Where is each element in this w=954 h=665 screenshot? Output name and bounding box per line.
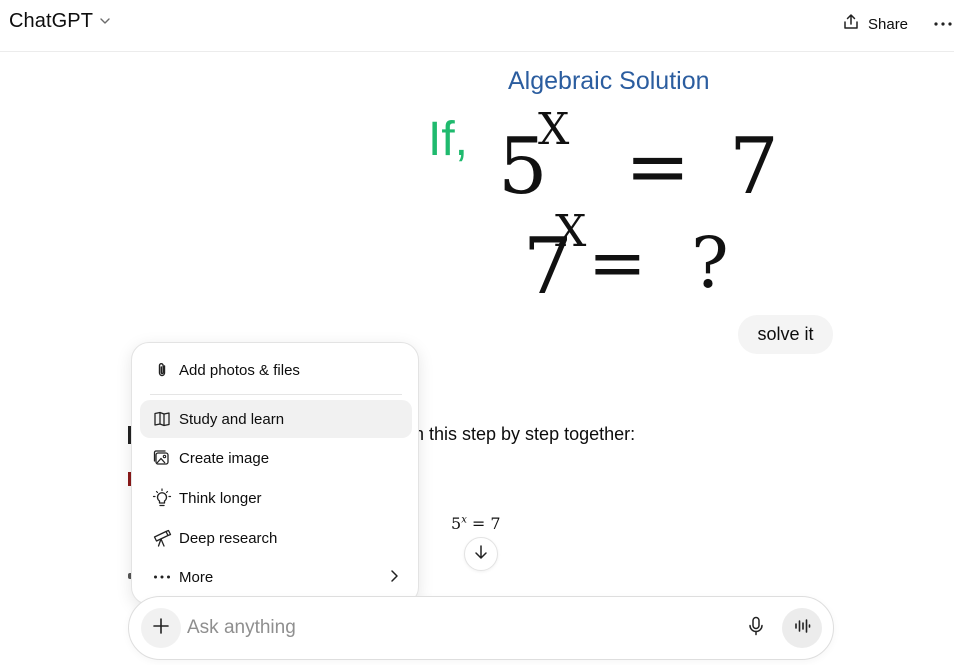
tools-menu: Add photos & files Study and learn Creat…: [131, 342, 419, 605]
paperclip-icon: [152, 360, 172, 380]
more-horizontal-icon[interactable]: [933, 14, 953, 34]
share-button[interactable]: Share: [842, 13, 908, 36]
image-line2-rhs: = ?: [588, 222, 729, 304]
menu-item-more[interactable]: More: [140, 558, 412, 596]
app-title: ChatGPT: [9, 10, 94, 32]
assistant-message-text: n this step by step together:: [414, 424, 636, 444]
microphone-icon: [747, 616, 765, 641]
plus-icon: [152, 617, 170, 640]
menu-divider: [150, 394, 402, 395]
image-title: Algebraic Solution: [508, 67, 710, 95]
prompt-input[interactable]: [187, 615, 707, 641]
arrow-down-icon: [473, 544, 489, 565]
assistant-equation: 5x = 7: [451, 514, 501, 533]
menu-item-add-photos-files[interactable]: Add photos & files: [140, 351, 412, 389]
menu-item-label: Think longer: [179, 489, 262, 507]
add-attachment-button[interactable]: [141, 608, 181, 648]
image-if-text: If,: [428, 113, 469, 166]
assistant-equation-base: 5: [451, 514, 462, 533]
assistant-equation-rhs: = 7: [466, 514, 501, 533]
share-label: Share: [868, 16, 909, 33]
ellipsis-icon: [152, 567, 172, 587]
image-line1-rhs: = 7: [625, 122, 779, 212]
message-composer: [128, 596, 834, 660]
menu-item-label: Study and learn: [179, 410, 285, 428]
top-bar: ChatGPT Share: [0, 0, 954, 52]
menu-item-label: More: [179, 568, 214, 586]
menu-item-label: Deep research: [179, 529, 278, 547]
voice-mode-button[interactable]: [782, 608, 822, 648]
book-icon: [152, 409, 172, 429]
lightbulb-icon: [152, 488, 172, 508]
telescope-icon: [152, 528, 172, 548]
image-icon: [152, 448, 172, 468]
voice-mode-icon: [793, 617, 811, 640]
menu-item-label: Create image: [179, 449, 270, 467]
menu-item-think-longer[interactable]: Think longer: [140, 479, 412, 517]
chevron-down-icon: [99, 14, 111, 32]
chevron-right-icon: [388, 569, 400, 588]
menu-item-create-image[interactable]: Create image: [140, 439, 412, 477]
menu-item-deep-research[interactable]: Deep research: [140, 519, 412, 557]
menu-item-study-and-learn[interactable]: Study and learn: [140, 400, 412, 438]
attached-math-image[interactable]: Algebraic Solution If, 5 X = 7 7 X = ?: [420, 62, 840, 312]
model-selector[interactable]: ChatGPT: [9, 10, 111, 33]
scroll-to-bottom-button[interactable]: [464, 537, 498, 571]
menu-item-label: Add photos & files: [179, 361, 300, 379]
image-line1-exponent: X: [538, 104, 570, 155]
dictate-button[interactable]: [741, 613, 771, 643]
image-line2-exponent: X: [555, 206, 587, 257]
user-message-bubble: solve it: [738, 315, 833, 354]
share-icon: [842, 13, 860, 36]
